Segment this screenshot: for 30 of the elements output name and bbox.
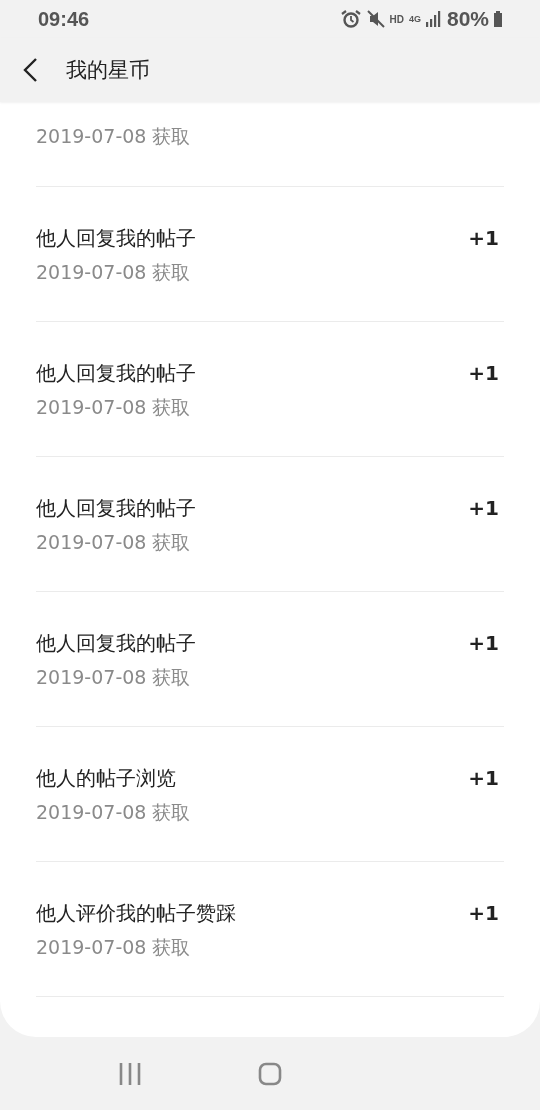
network-indicator: 4G bbox=[408, 14, 421, 24]
coin-amount: +1 bbox=[468, 631, 499, 655]
record-title: 他人回复我的帖子 bbox=[36, 494, 196, 522]
coin-amount: +1 bbox=[468, 766, 499, 790]
hd-indicator: HD bbox=[389, 13, 404, 25]
record-date: 2019-07-08 获取 bbox=[36, 935, 192, 960]
mute-icon bbox=[365, 10, 385, 28]
record-date: 2019-07-08 获取 bbox=[36, 665, 192, 690]
signal-icon bbox=[425, 11, 442, 27]
coin-amount: +1 bbox=[468, 361, 499, 385]
battery-percent: 80% bbox=[446, 7, 489, 31]
record-date: 2019-07-08 获取 bbox=[36, 260, 192, 285]
home-icon[interactable] bbox=[258, 1061, 282, 1086]
record-date: 2019-07-08 获取 bbox=[36, 800, 192, 825]
recent-apps-icon[interactable] bbox=[118, 1061, 142, 1086]
record-date: 2019-07-08 获取 bbox=[36, 530, 192, 555]
record-date: 2019-07-08 获取 bbox=[36, 395, 192, 420]
coin-amount: +1 bbox=[468, 226, 499, 250]
page-title: 我的星币 bbox=[66, 57, 150, 84]
alarm-icon bbox=[340, 10, 361, 28]
record-title: 他人的帖子浏览 bbox=[36, 764, 176, 792]
record-title: 他人评价我的帖子赞踩 bbox=[36, 899, 236, 927]
record-title: 他人回复我的帖子 bbox=[36, 359, 196, 387]
record-date: 2019-07-08 获取 bbox=[36, 124, 192, 149]
status-time: 09:46 bbox=[38, 7, 91, 31]
battery-icon bbox=[494, 11, 502, 27]
record-title: 他人回复我的帖子 bbox=[36, 629, 196, 657]
record-title: 他人回复我的帖子 bbox=[36, 224, 196, 252]
coin-amount: +1 bbox=[468, 496, 499, 520]
coin-amount: +1 bbox=[468, 901, 499, 925]
